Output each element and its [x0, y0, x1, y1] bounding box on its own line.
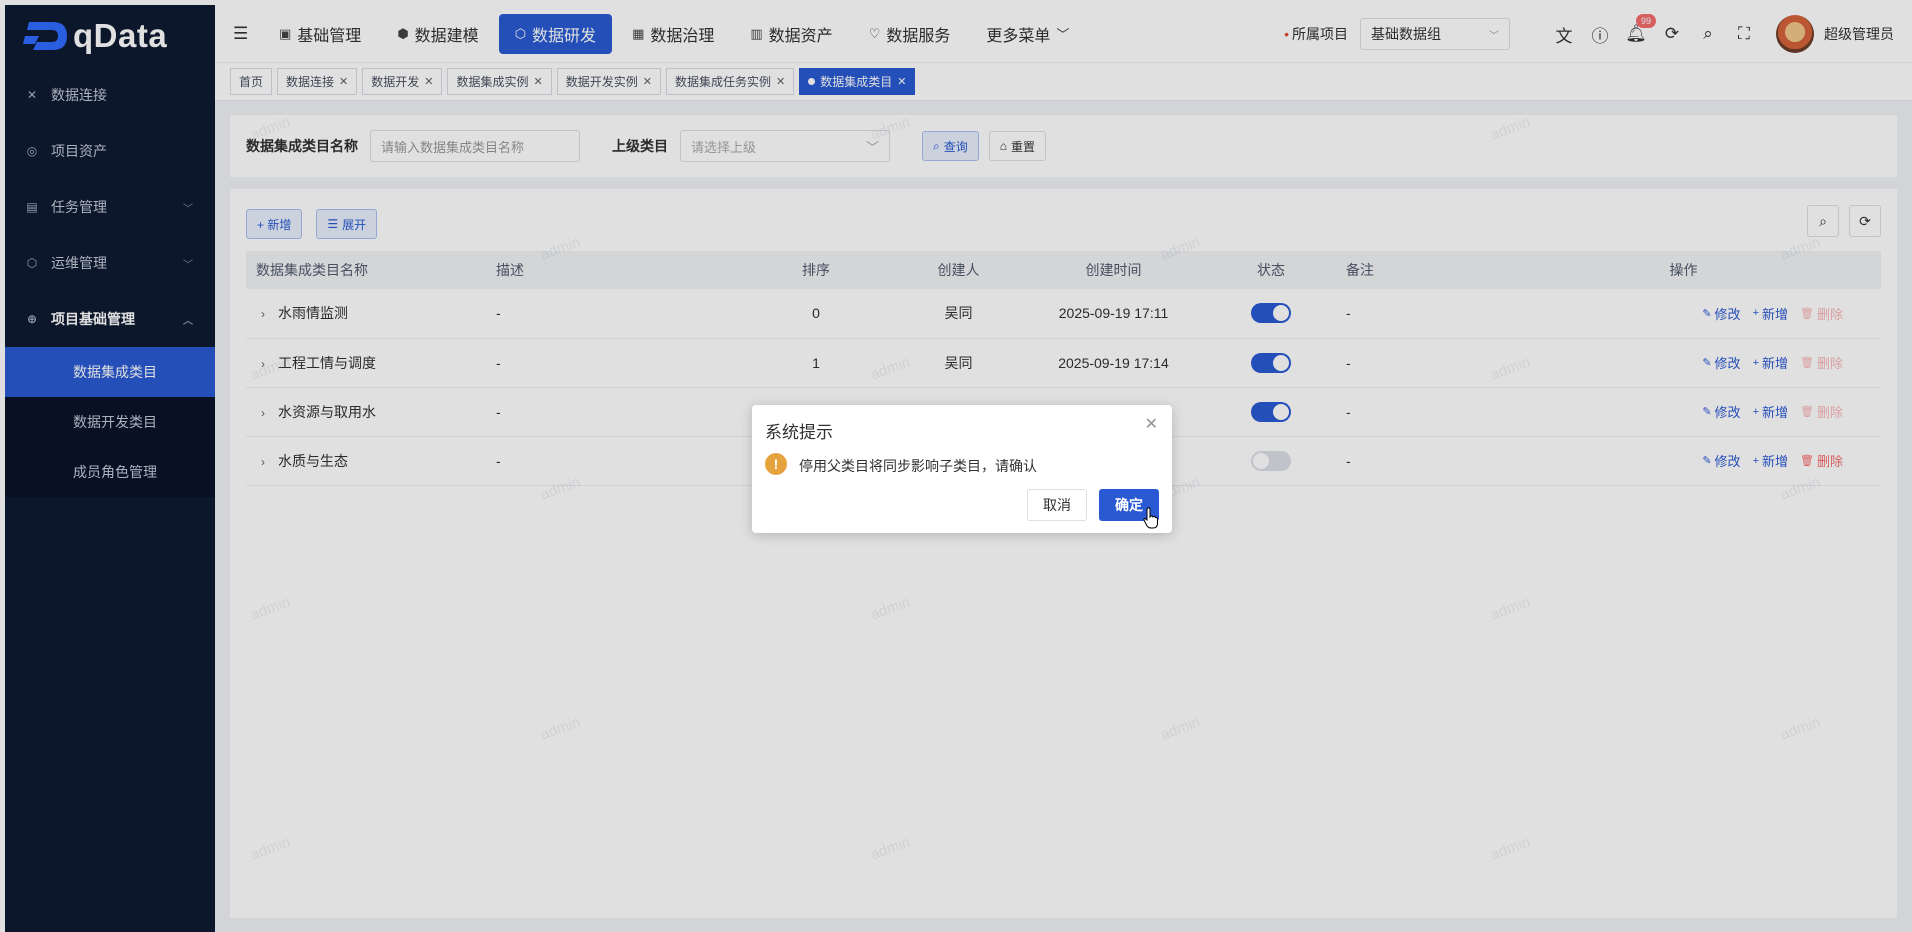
warning-icon: ! [765, 453, 787, 475]
dialog-message: 停用父类目将同步影响子类目，请确认 [799, 458, 1037, 474]
dialog-buttons: 取消 确定 [1027, 489, 1159, 521]
pointer-cursor-icon [1143, 507, 1158, 529]
dialog-title: 系统提示 [765, 423, 833, 442]
cancel-button[interactable]: 取消 [1027, 489, 1087, 521]
confirm-dialog: 系统提示 ✕ ! 停用父类目将同步影响子类目，请确认 取消 确定 [752, 405, 1172, 533]
close-icon[interactable]: ✕ [1145, 414, 1158, 434]
